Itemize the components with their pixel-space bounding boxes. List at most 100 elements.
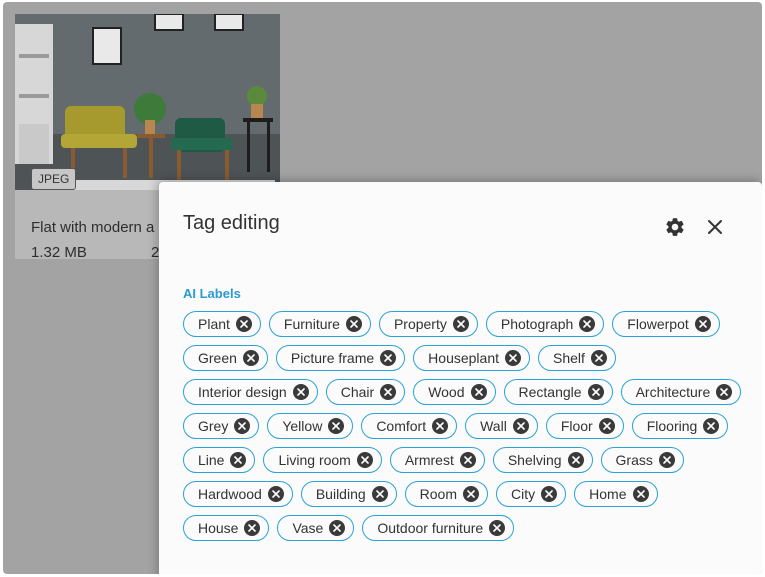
tag-chip[interactable]: Room: [404, 481, 489, 507]
tag-chip[interactable]: Shelf: [538, 345, 616, 371]
remove-tag-icon[interactable]: [328, 418, 345, 434]
tag-label: Shelf: [553, 350, 585, 366]
remove-tag-icon[interactable]: [329, 520, 346, 536]
tag-label: City: [511, 486, 536, 502]
tag-chip[interactable]: Chair: [325, 379, 406, 405]
remove-tag-icon[interactable]: [345, 316, 362, 332]
tag-chip[interactable]: Living room: [263, 447, 382, 473]
remove-tag-icon[interactable]: [598, 418, 615, 434]
tag-label: Home: [589, 486, 627, 502]
tag-label: Shelving: [507, 452, 562, 468]
settings-button[interactable]: [663, 215, 687, 239]
tag-label: Green: [198, 350, 237, 366]
tag-chip[interactable]: Outdoor furniture: [362, 515, 515, 541]
remove-tag-icon[interactable]: [489, 520, 506, 536]
asset-title: Flat with modern a: [31, 219, 155, 236]
tag-chip[interactable]: Building: [300, 481, 397, 507]
remove-tag-icon[interactable]: [590, 350, 607, 366]
remove-tag-icon[interactable]: [512, 418, 529, 434]
tag-label: Rectangle: [518, 384, 582, 400]
remove-tag-icon[interactable]: [371, 486, 388, 502]
remove-tag-icon[interactable]: [541, 486, 558, 502]
tag-label: Houseplant: [428, 350, 499, 366]
remove-tag-icon[interactable]: [235, 316, 252, 332]
tag-label: Building: [315, 486, 366, 502]
tag-chip[interactable]: Shelving: [492, 447, 593, 473]
tag-label: Comfort: [376, 418, 427, 434]
remove-tag-icon[interactable]: [716, 384, 733, 400]
remove-tag-icon[interactable]: [587, 384, 604, 400]
tag-label: Property: [393, 316, 447, 332]
tag-label: Flooring: [646, 418, 698, 434]
tag-chip[interactable]: Architecture: [620, 379, 742, 405]
tag-chip[interactable]: Rectangle: [503, 379, 613, 405]
remove-tag-icon[interactable]: [242, 350, 259, 366]
remove-tag-icon[interactable]: [234, 418, 251, 434]
remove-tag-icon[interactable]: [380, 384, 397, 400]
remove-tag-icon[interactable]: [579, 316, 596, 332]
remove-tag-icon[interactable]: [292, 384, 309, 400]
tag-chip[interactable]: Flooring: [631, 413, 729, 439]
tag-chip[interactable]: Comfort: [361, 413, 458, 439]
tag-chip[interactable]: Floor: [545, 413, 624, 439]
tag-label: Chair: [340, 384, 375, 400]
remove-tag-icon[interactable]: [658, 452, 675, 468]
tag-label: Grey: [198, 418, 229, 434]
tag-label: Interior design: [198, 384, 287, 400]
remove-tag-icon[interactable]: [380, 350, 397, 366]
remove-tag-icon[interactable]: [230, 452, 247, 468]
tag-label: Grass: [615, 452, 653, 468]
tag-label: Photograph: [500, 316, 574, 332]
remove-tag-icon[interactable]: [694, 316, 711, 332]
tag-list: Plant Furniture Property Photograph Flowerpo…: [183, 311, 743, 541]
tag-chip[interactable]: Picture frame: [275, 345, 406, 371]
tag-chip[interactable]: Line: [183, 447, 256, 473]
remove-tag-icon[interactable]: [244, 520, 261, 536]
remove-tag-icon[interactable]: [452, 316, 469, 332]
tag-chip[interactable]: House: [183, 515, 270, 541]
remove-tag-icon[interactable]: [356, 452, 373, 468]
tag-chip[interactable]: Photograph: [485, 311, 605, 337]
tag-label: Architecture: [635, 384, 711, 400]
remove-tag-icon[interactable]: [567, 452, 584, 468]
tag-chip[interactable]: Wall: [465, 413, 538, 439]
tag-chip[interactable]: Property: [378, 311, 478, 337]
ai-labels-heading: AI Labels: [183, 286, 241, 301]
tag-chip[interactable]: Plant: [183, 311, 261, 337]
tag-label: Hardwood: [198, 486, 262, 502]
tag-label: Outdoor furniture: [377, 520, 484, 536]
remove-tag-icon[interactable]: [470, 384, 487, 400]
remove-tag-icon[interactable]: [267, 486, 284, 502]
tag-chip[interactable]: Furniture: [268, 311, 371, 337]
tag-chip[interactable]: Grass: [600, 447, 684, 473]
tag-label: Wall: [480, 418, 507, 434]
tag-chip[interactable]: City: [496, 481, 567, 507]
tag-label: Wood: [428, 384, 465, 400]
asset-thumbnail[interactable]: [15, 14, 280, 190]
tag-label: Flowerpot: [627, 316, 689, 332]
tag-chip[interactable]: Wood: [413, 379, 496, 405]
asset-size: 1.32 MB: [31, 244, 87, 261]
tag-chip[interactable]: Green: [183, 345, 268, 371]
remove-tag-icon[interactable]: [459, 452, 476, 468]
remove-tag-icon[interactable]: [432, 418, 449, 434]
tag-chip[interactable]: Hardwood: [183, 481, 293, 507]
tag-chip[interactable]: Yellow: [267, 413, 354, 439]
tag-chip[interactable]: Vase: [277, 515, 355, 541]
remove-tag-icon[interactable]: [632, 486, 649, 502]
tag-chip[interactable]: Armrest: [389, 447, 485, 473]
tag-chip[interactable]: Houseplant: [413, 345, 530, 371]
tag-chip[interactable]: Interior design: [183, 379, 318, 405]
remove-tag-icon[interactable]: [505, 350, 521, 366]
remove-tag-icon[interactable]: [703, 418, 720, 434]
tag-chip[interactable]: Grey: [183, 413, 260, 439]
dialog-title: Tag editing: [183, 212, 280, 234]
remove-tag-icon[interactable]: [463, 486, 480, 502]
close-button[interactable]: [703, 215, 727, 239]
tag-chip[interactable]: Home: [574, 481, 658, 507]
tag-label: Furniture: [283, 316, 340, 332]
gear-icon: [666, 218, 684, 236]
tag-chip[interactable]: Flowerpot: [612, 311, 720, 337]
tag-label: Vase: [292, 520, 324, 536]
tag-label: House: [198, 520, 239, 536]
